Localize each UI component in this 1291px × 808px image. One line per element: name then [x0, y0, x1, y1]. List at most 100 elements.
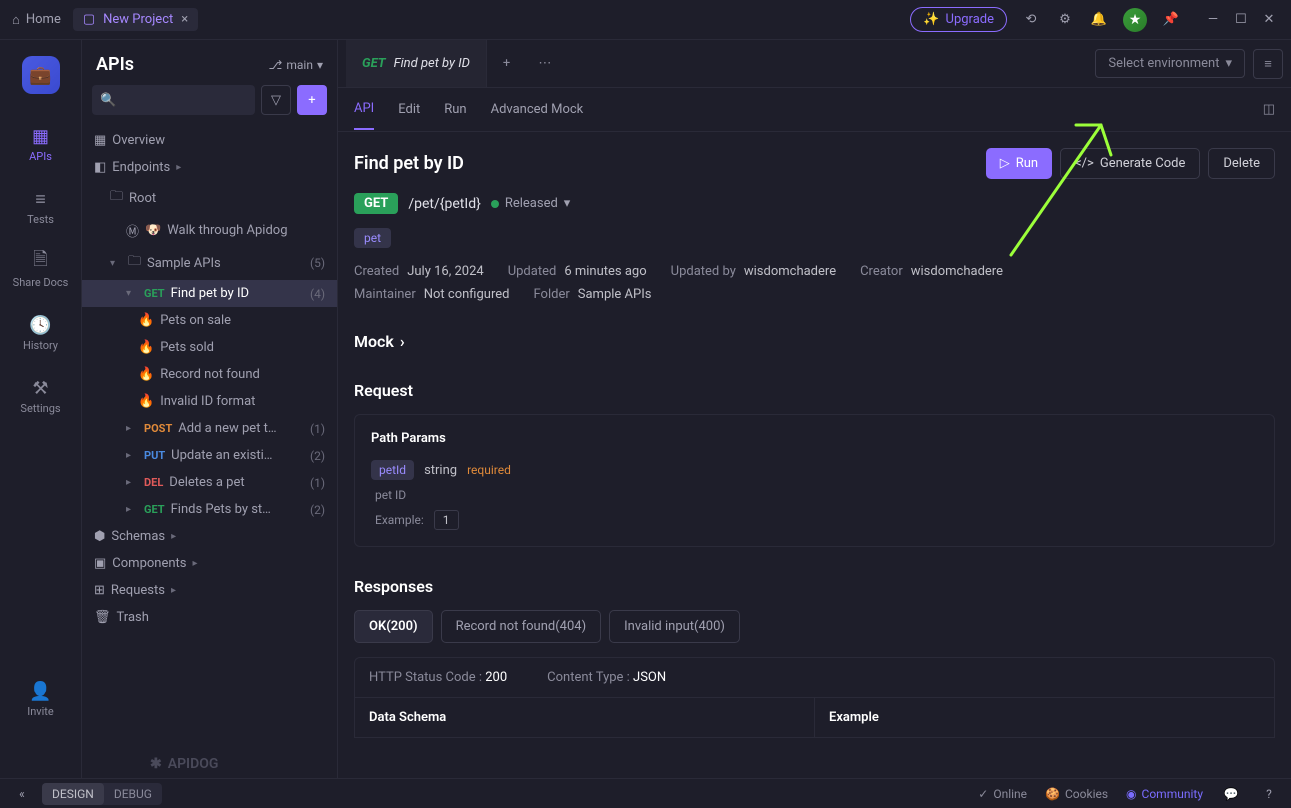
- root-folder[interactable]: 🗀 Root: [82, 181, 337, 215]
- param-type: string: [424, 463, 457, 478]
- folder-icon: 🗀: [128, 252, 141, 274]
- close-window-icon[interactable]: ✕: [1259, 10, 1279, 30]
- refresh-icon[interactable]: ⟲: [1021, 10, 1041, 30]
- param-desc: pet ID: [371, 488, 1258, 502]
- param-row: petId string required: [371, 460, 1258, 480]
- resp-tab-400[interactable]: Invalid input(400): [609, 610, 740, 643]
- mode-debug[interactable]: DEBUG: [104, 783, 162, 805]
- panel-toggle-button[interactable]: ≡: [1253, 49, 1283, 79]
- feedback-icon[interactable]: 💬: [1221, 784, 1241, 804]
- delete-button[interactable]: Delete: [1208, 148, 1275, 179]
- fire-icon: 🔥: [138, 367, 154, 382]
- response-item[interactable]: 🔥Pets on sale: [82, 307, 337, 334]
- project-tab[interactable]: ▢ New Project ×: [73, 8, 198, 31]
- maximize-icon[interactable]: ☐: [1231, 10, 1251, 30]
- activity-tests[interactable]: ≡ Tests: [0, 179, 81, 236]
- sidepanel-icon[interactable]: ◫: [1263, 102, 1275, 117]
- upgrade-button[interactable]: ✨ Upgrade: [910, 7, 1007, 32]
- home-label: Home: [26, 12, 61, 27]
- subtab-api[interactable]: API: [354, 89, 374, 130]
- api-item[interactable]: ▸POSTAdd a new pet t…(1): [82, 415, 337, 442]
- subtab-advanced-mock[interactable]: Advanced Mock: [491, 90, 584, 129]
- help-icon[interactable]: ?: [1259, 784, 1279, 804]
- api-item[interactable]: ▸GETFinds Pets by st…(2): [82, 496, 337, 523]
- search-input[interactable]: 🔍: [92, 85, 255, 115]
- trash-item[interactable]: 🗑Trash: [82, 604, 337, 631]
- fire-icon: 🔥: [138, 313, 154, 328]
- find-pet-item[interactable]: ▾ GET Find pet by ID (4): [82, 280, 337, 307]
- api-item[interactable]: ▸DELDeletes a pet(1): [82, 469, 337, 496]
- minimize-icon[interactable]: —: [1203, 10, 1223, 30]
- subtab-edit[interactable]: Edit: [398, 90, 420, 129]
- api-item[interactable]: ▸PUTUpdate an existi…(2): [82, 442, 337, 469]
- filter-button[interactable]: ▽: [261, 85, 291, 115]
- tab-find-pet[interactable]: GET Find pet by ID: [346, 40, 487, 87]
- endpoints-item[interactable]: ◧ Endpoints ▸: [82, 154, 337, 181]
- bell-icon[interactable]: 🔔: [1089, 10, 1109, 30]
- walkthrough-item[interactable]: Ⓜ 🐶 Walk through Apidog: [82, 215, 337, 246]
- overview-icon: ▦: [94, 133, 106, 148]
- branch-selector[interactable]: ⎇ main ▾: [269, 58, 323, 72]
- overview-item[interactable]: ▦ Overview: [82, 127, 337, 154]
- avatar[interactable]: ★: [1123, 8, 1147, 32]
- activity-settings[interactable]: ⚒ Settings: [0, 368, 81, 425]
- chevron-down-icon: ▾: [317, 58, 323, 72]
- subtabs: API Edit Run Advanced Mock ◫: [338, 88, 1291, 132]
- tag-pet[interactable]: pet: [354, 228, 391, 248]
- path-params-title: Path Params: [371, 431, 1258, 446]
- collapse-icon[interactable]: «: [12, 784, 32, 804]
- pin-icon[interactable]: 📌: [1161, 10, 1181, 30]
- status-dot-icon: [491, 200, 499, 208]
- online-status[interactable]: ✓Online: [978, 787, 1027, 801]
- response-columns: Data Schema Example: [354, 698, 1275, 738]
- dog-icon: 🐶: [145, 223, 161, 238]
- status-badge[interactable]: Released ▾: [491, 196, 571, 211]
- chevron-down-icon: ▾: [126, 288, 138, 299]
- tabs-row: GET Find pet by ID + ⋯ Select environmen…: [338, 40, 1291, 88]
- trash-icon: 🗑: [94, 610, 111, 625]
- chevron-down-icon: ▾: [110, 258, 122, 269]
- schemas-item[interactable]: ⬢Schemas▸: [82, 523, 337, 550]
- tests-icon: ≡: [31, 189, 51, 209]
- response-item[interactable]: 🔥Record not found: [82, 361, 337, 388]
- environment-selector[interactable]: Select environment ▾: [1095, 49, 1245, 78]
- menu-icon: ≡: [1264, 56, 1272, 72]
- requests-item[interactable]: ⊞Requests▸: [82, 577, 337, 604]
- mock-section-title[interactable]: Mock›: [354, 332, 1275, 351]
- gear-icon[interactable]: ⚙: [1055, 10, 1075, 30]
- close-icon[interactable]: ×: [181, 12, 188, 27]
- brand-icon: ✱: [150, 756, 162, 772]
- tab-more-button[interactable]: ⋯: [526, 56, 563, 71]
- param-required: required: [467, 463, 511, 477]
- response-item[interactable]: 🔥Invalid ID format: [82, 388, 337, 415]
- community-button[interactable]: ◉Community: [1126, 787, 1203, 801]
- mode-design[interactable]: DESIGN: [42, 783, 104, 805]
- subtab-run[interactable]: Run: [444, 90, 466, 129]
- history-icon: 🕓: [31, 315, 51, 335]
- resp-tab-404[interactable]: Record not found(404): [441, 610, 602, 643]
- filter-icon: ▽: [271, 93, 281, 108]
- example-col: Example: [815, 698, 1274, 737]
- resp-tab-ok[interactable]: OK(200): [354, 610, 433, 643]
- activity-share-docs[interactable]: 🗎 Share Docs: [0, 242, 81, 299]
- chevron-right-icon: ›: [400, 332, 405, 351]
- generate-code-button[interactable]: </>Generate Code: [1060, 148, 1200, 179]
- meta-row-1: CreatedJuly 16, 2024 Updated6 minutes ag…: [354, 264, 1275, 279]
- add-button[interactable]: +: [297, 85, 327, 115]
- requests-icon: ⊞: [94, 583, 105, 598]
- components-item[interactable]: ▣Components▸: [82, 550, 337, 577]
- tab-add-button[interactable]: +: [487, 56, 526, 71]
- home-button[interactable]: ⌂ Home: [12, 12, 61, 28]
- request-section-title: Request: [354, 381, 1275, 400]
- play-icon: ▷: [1000, 156, 1010, 171]
- activity-invite[interactable]: 👤 Invite: [0, 671, 81, 728]
- plus-icon: +: [503, 56, 510, 71]
- meta-row-2: MaintainerNot configured FolderSample AP…: [354, 287, 1275, 302]
- share-icon: 🗎: [31, 252, 51, 272]
- run-button[interactable]: ▷Run: [986, 148, 1052, 179]
- sample-apis-folder[interactable]: ▾ 🗀 Sample APIs (5): [82, 246, 337, 280]
- cookies-button[interactable]: 🍪Cookies: [1045, 787, 1108, 801]
- response-item[interactable]: 🔥Pets sold: [82, 334, 337, 361]
- activity-history[interactable]: 🕓 History: [0, 305, 81, 362]
- activity-apis[interactable]: ▦ APIs: [0, 116, 81, 173]
